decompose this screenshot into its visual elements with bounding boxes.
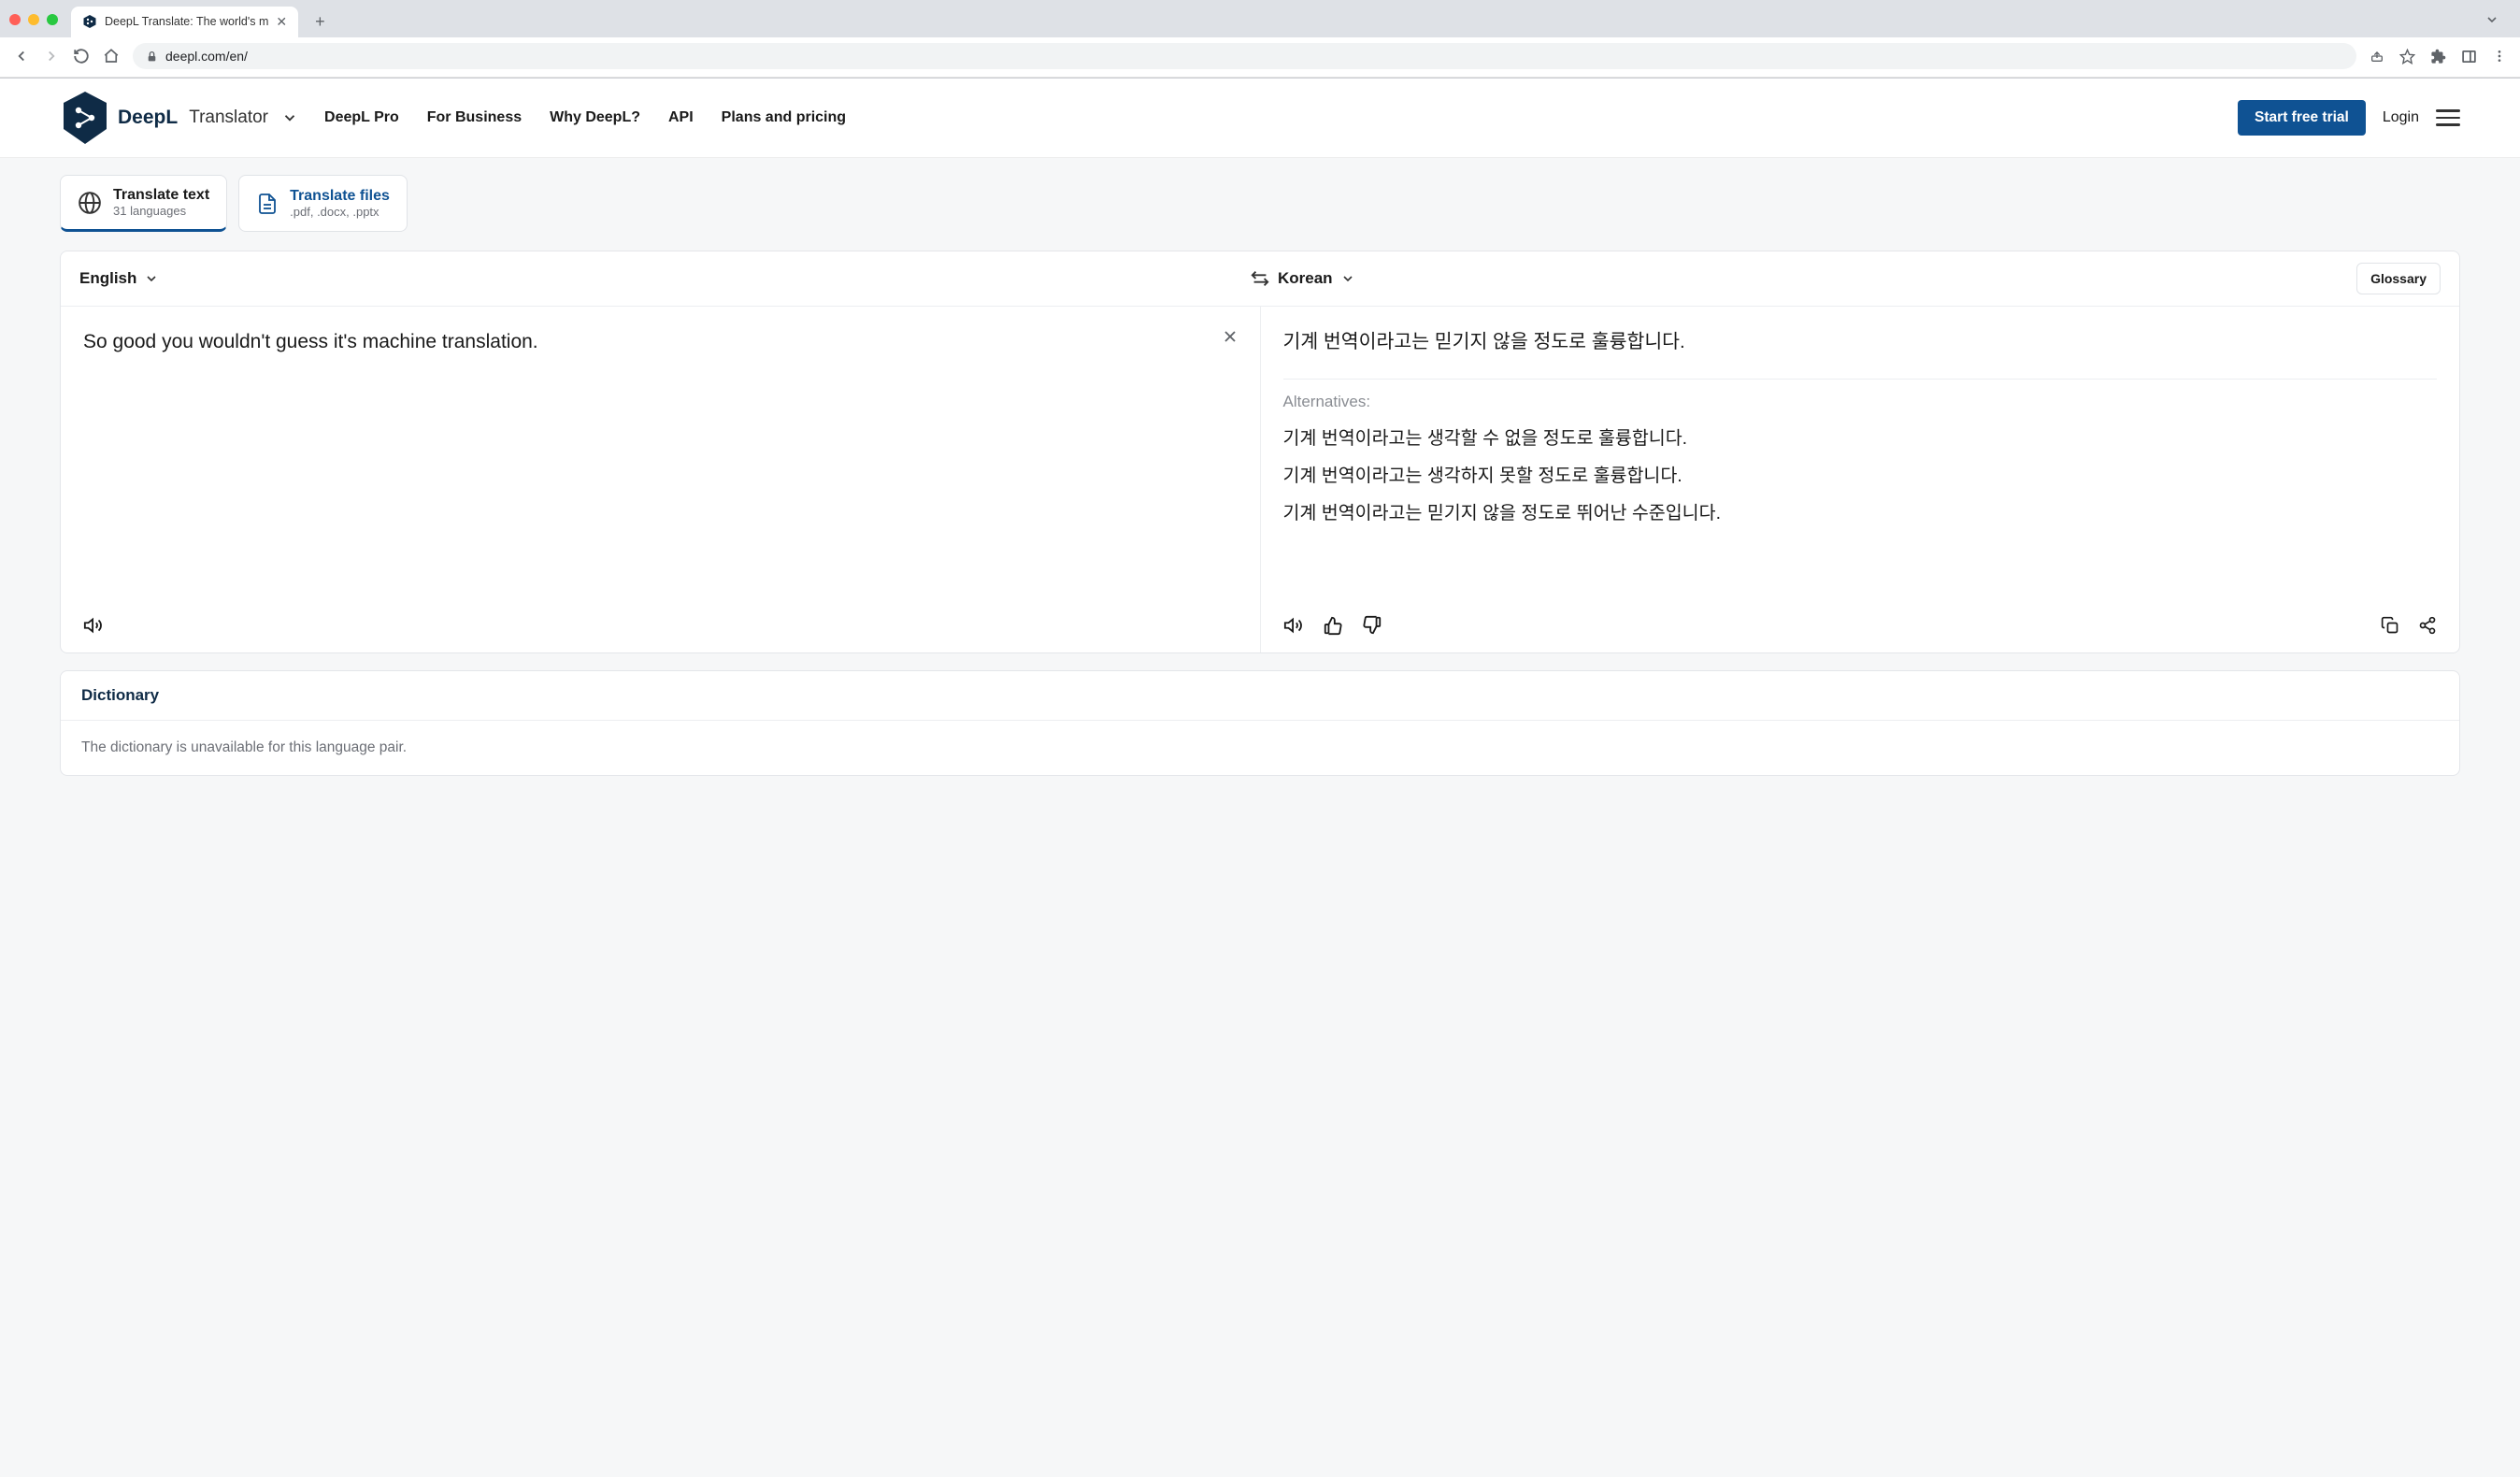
window-close-button[interactable] [9, 14, 21, 25]
source-actions [61, 615, 1261, 652]
mode-files-sub: .pdf, .docx, .pptx [290, 205, 390, 219]
share-button[interactable] [2370, 49, 2384, 64]
swap-languages-button[interactable] [1250, 268, 1270, 289]
mode-translate-files[interactable]: Translate files .pdf, .docx, .pptx [238, 175, 408, 232]
browser-toolbar: deepl.com/en/ [0, 37, 2520, 78]
mode-text-sub: 31 languages [113, 204, 209, 218]
login-link[interactable]: Login [2383, 109, 2419, 126]
nav-business[interactable]: For Business [427, 109, 522, 126]
thumbs-up-button[interactable] [1323, 615, 1343, 636]
address-bar[interactable]: deepl.com/en/ [133, 43, 2356, 69]
alternative-item[interactable]: 기계 번역이라고는 생각하지 못할 정도로 훌륭합니다. [1283, 462, 2438, 490]
mode-translate-text[interactable]: Translate text 31 languages [60, 175, 227, 232]
bookmark-button[interactable] [2399, 49, 2415, 65]
alternative-item[interactable]: 기계 번역이라고는 생각할 수 없을 정도로 훌륭합니다. [1283, 424, 2438, 452]
window-controls [9, 14, 58, 25]
extensions-button[interactable] [2430, 49, 2446, 65]
tab-title: DeepL Translate: The world's m [105, 15, 268, 28]
chevron-down-icon [144, 271, 159, 286]
window-maximize-button[interactable] [47, 14, 58, 25]
logo[interactable]: DeepL Translator [60, 90, 298, 146]
browser-chrome: DeepL Translate: The world's m ✕ + deepl… [0, 0, 2520, 79]
clear-button[interactable] [1221, 327, 1239, 346]
translator-card: English Korean Glossary [60, 251, 2460, 653]
dictionary-card: Dictionary The dictionary is unavailable… [60, 670, 2460, 776]
lock-icon [146, 50, 158, 63]
nav-api[interactable]: API [668, 109, 694, 126]
content-area: Translate text 31 languages Translate fi… [0, 158, 2520, 1477]
home-button[interactable] [103, 48, 120, 65]
nav-plans[interactable]: Plans and pricing [722, 109, 846, 126]
share-button[interactable] [2418, 616, 2437, 635]
speak-target-button[interactable] [1283, 615, 1304, 636]
source-lang-label: English [79, 269, 136, 288]
glossary-button[interactable]: Glossary [2356, 263, 2441, 294]
page: DeepL Translator DeepL Pro For Business … [0, 79, 2520, 1477]
target-pane: 기계 번역이라고는 믿기지 않을 정도로 훌륭합니다. Alternatives… [1261, 307, 2460, 615]
chevron-down-icon[interactable] [281, 109, 298, 126]
nav-pro[interactable]: DeepL Pro [324, 109, 399, 126]
copy-button[interactable] [2381, 616, 2399, 635]
main-nav: DeepL Pro For Business Why DeepL? API Pl… [324, 109, 846, 126]
thumbs-down-button[interactable] [1362, 615, 1382, 636]
source-text-input[interactable]: So good you wouldn't guess it's machine … [83, 327, 1145, 357]
speak-source-button[interactable] [83, 615, 104, 636]
brand-name: DeepL [118, 107, 178, 129]
target-lang-label: Korean [1278, 269, 1333, 288]
browser-menu-button[interactable] [2492, 49, 2507, 64]
globe-icon [78, 191, 102, 215]
back-button[interactable] [13, 48, 30, 65]
panel-button[interactable] [2461, 49, 2477, 65]
translator-panes: So good you wouldn't guess it's machine … [61, 307, 2459, 615]
browser-tab[interactable]: DeepL Translate: The world's m ✕ [71, 7, 298, 37]
start-trial-button[interactable]: Start free trial [2238, 100, 2366, 136]
logo-icon [60, 90, 110, 146]
dictionary-title: Dictionary [61, 671, 2459, 721]
menu-button[interactable] [2436, 109, 2460, 126]
url-text: deepl.com/en/ [165, 49, 248, 64]
alternative-item[interactable]: 기계 번역이라고는 믿기지 않을 정도로 뛰어난 수준입니다. [1283, 499, 2438, 527]
header-actions: Start free trial Login [2238, 100, 2460, 136]
reload-button[interactable] [73, 48, 90, 65]
tab-close-button[interactable]: ✕ [276, 14, 287, 30]
target-actions [1261, 615, 2460, 652]
mode-tabs: Translate text 31 languages Translate fi… [60, 175, 2460, 232]
alternatives-label: Alternatives: [1283, 393, 2438, 411]
brand-sub: Translator [189, 108, 268, 128]
favicon-icon [82, 14, 97, 29]
new-tab-button[interactable]: + [309, 10, 331, 34]
chevron-down-icon [1340, 271, 1355, 286]
tabs-dropdown-button[interactable] [2484, 12, 2499, 27]
window-minimize-button[interactable] [28, 14, 39, 25]
tab-strip: DeepL Translate: The world's m ✕ + [0, 0, 2520, 37]
mode-files-title: Translate files [290, 188, 390, 205]
document-icon [256, 192, 279, 216]
source-pane: So good you wouldn't guess it's machine … [61, 307, 1261, 615]
nav-why[interactable]: Why DeepL? [550, 109, 640, 126]
language-bar: English Korean Glossary [61, 251, 2459, 307]
site-header: DeepL Translator DeepL Pro For Business … [0, 79, 2520, 158]
target-language-select[interactable]: Korean [1278, 269, 1355, 288]
source-language-select[interactable]: English [79, 269, 159, 288]
target-text: 기계 번역이라고는 믿기지 않을 정도로 훌륭합니다. [1283, 327, 2438, 371]
forward-button[interactable] [43, 48, 60, 65]
mode-text-title: Translate text [113, 187, 209, 204]
dictionary-message: The dictionary is unavailable for this l… [61, 721, 2459, 775]
